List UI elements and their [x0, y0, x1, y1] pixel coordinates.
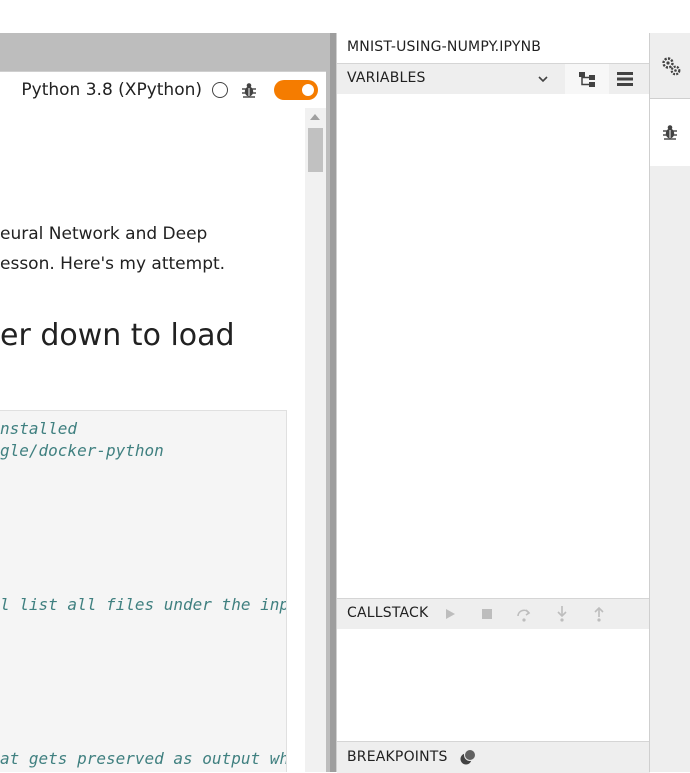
tree-view-button[interactable]: [565, 64, 609, 94]
code-comment-line: l list all files under the inp: [0, 595, 287, 614]
variables-body: [337, 94, 650, 598]
scrollbar-thumb[interactable]: [308, 128, 323, 172]
markdown-text-line: esson. Here's my attempt.: [0, 254, 226, 274]
debugger-panel: MNIST-USING-NUMPY.IPYNB VARIABLES CALLST…: [336, 33, 650, 773]
kernel-name[interactable]: Python 3.8 (XPython): [21, 80, 202, 100]
markdown-heading: er down to load: [0, 318, 235, 353]
step-out-icon[interactable]: [590, 605, 608, 623]
notebook-scrollbar[interactable]: [305, 108, 326, 772]
stop-icon[interactable]: [478, 605, 496, 623]
callstack-body: [337, 629, 650, 741]
bug-icon: [663, 125, 677, 140]
kernel-status-circle-icon: [212, 82, 228, 98]
variables-label: VARIABLES: [347, 70, 426, 86]
notebook-toolbar: Python 3.8 (XPython): [0, 71, 326, 109]
play-icon[interactable]: [441, 605, 459, 623]
markdown-text-line: eural Network and Deep: [0, 224, 208, 244]
breakpoints-header[interactable]: BREAKPOINTS: [337, 741, 650, 773]
step-into-icon[interactable]: [553, 605, 571, 623]
callstack-label: CALLSTACK: [347, 605, 429, 621]
gears-icon: [662, 57, 681, 76]
step-over-icon[interactable]: [515, 605, 533, 623]
notebook-area: Python 3.8 (XPython) eural Network and D…: [0, 0, 336, 772]
debugger-toggle[interactable]: [274, 80, 318, 100]
notebook-content: eural Network and Deep esson. Here's my …: [0, 108, 305, 772]
scroll-up-icon[interactable]: [310, 114, 320, 120]
breakpoints-label: BREAKPOINTS: [347, 749, 448, 765]
code-comment-line: gle/docker-python: [0, 441, 164, 460]
property-inspector-tab[interactable]: [650, 33, 690, 99]
breakpoints-icon[interactable]: [459, 748, 477, 766]
debugger-session-title: MNIST-USING-NUMPY.IPYNB: [347, 39, 542, 55]
notebook-tab-strip: [0, 33, 330, 71]
right-sidebar: [649, 33, 690, 772]
callstack-header[interactable]: CALLSTACK: [337, 598, 650, 630]
variables-header[interactable]: VARIABLES: [337, 63, 650, 95]
tree-view-icon: [579, 72, 595, 87]
code-comment-line: nstalled: [0, 419, 78, 438]
table-view-icon[interactable]: [617, 72, 633, 86]
code-comment-line: at gets preserved as output wh: [0, 749, 287, 768]
debugger-sidebar-tab[interactable]: [650, 99, 690, 166]
chevron-down-icon[interactable]: [537, 73, 549, 85]
code-cell[interactable]: nstalled gle/docker-python l list all fi…: [0, 410, 287, 772]
bug-icon[interactable]: [240, 81, 258, 99]
